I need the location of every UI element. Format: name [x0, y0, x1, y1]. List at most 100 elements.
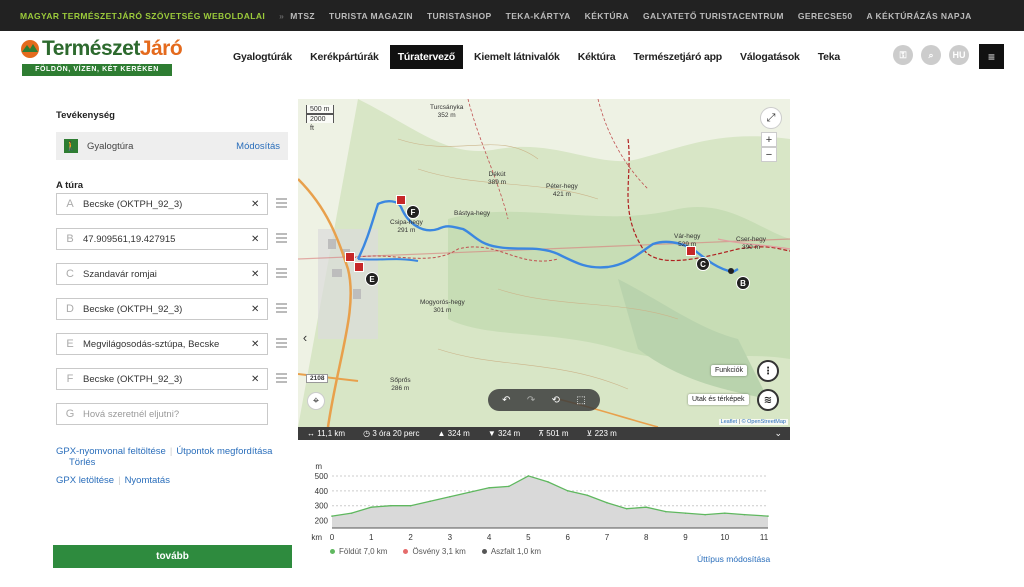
waypoint-input[interactable]: G Hová szeretnél eljutni? [56, 403, 268, 425]
waypoint-letter: F [66, 373, 74, 385]
remove-waypoint-icon[interactable]: ✕ [251, 304, 267, 315]
waypoint-marker-b[interactable]: B [736, 276, 750, 290]
x-axis-label: km [311, 533, 322, 542]
nav-item[interactable]: Túratervező [389, 45, 464, 69]
waypoint-value[interactable]: Megvilágosodás-sztúpa, Becske [83, 339, 251, 350]
remove-waypoint-icon[interactable]: ✕ [251, 199, 267, 210]
poi-icon[interactable] [396, 195, 406, 205]
map-place-label: Mogyorós-hegy 301 m [420, 299, 465, 315]
topbar-link[interactable]: A Kéktúrázás Napja [867, 11, 972, 21]
topbar-link[interactable]: Turista Magazin [329, 11, 413, 21]
fullscreen-icon[interactable]: ⤢ [760, 107, 782, 129]
hamburger-icon[interactable]: ≡ [979, 44, 1004, 69]
delete-link[interactable]: Törlés [69, 457, 95, 468]
topbar-title[interactable]: Magyar Természetjáró Szövetség weboldala… [20, 11, 265, 21]
max-elevation-stat: ⊼ 501 m [538, 429, 569, 438]
gpx-download-link[interactable]: GPX letöltése [56, 475, 114, 486]
logo[interactable]: TermészetJáró FÖLDÖN, VÍZEN, KÉT KERÉKEN [20, 37, 183, 79]
remove-waypoint-icon[interactable]: ✕ [251, 234, 267, 245]
topbar-link[interactable]: Kéktúra [585, 11, 629, 21]
drag-handle-icon[interactable] [276, 303, 287, 313]
x-tick-label: 8 [644, 533, 649, 542]
drag-handle-icon[interactable] [276, 198, 287, 208]
hiker-icon: 🚶 [64, 139, 78, 153]
drag-handle-icon[interactable] [276, 373, 287, 383]
new-waypoint-placeholder[interactable]: Hová szeretnél eljutni? [83, 409, 267, 420]
waypoint-value[interactable]: Szandavár romjai [83, 269, 251, 280]
waypoint-value[interactable]: Becske (OKTPH_92_3) [83, 304, 251, 315]
crop-icon[interactable]: ⬚ [576, 395, 585, 406]
reverse-waypoints-link[interactable]: Útpontok megfordítása [176, 446, 272, 457]
elevation-point [665, 510, 667, 513]
poi-icon[interactable] [345, 252, 355, 262]
legend-label: Ösvény 3,1 km [412, 547, 466, 556]
drag-handle-icon[interactable] [276, 268, 287, 278]
nav-item[interactable]: Kerékpártúrák [310, 51, 379, 63]
waypoint-input[interactable]: C Szandavár romjai ✕ [56, 263, 268, 285]
drag-handle-icon[interactable] [276, 233, 287, 243]
route-stats-bar: ↔ 11,1 km ◷ 3 óra 20 perc ▲ 324 m ▼ 324 … [298, 427, 790, 440]
nav-item[interactable]: Természetjáró app [633, 51, 722, 63]
remove-waypoint-icon[interactable]: ✕ [251, 269, 267, 280]
waypoint-input[interactable]: A Becske (OKTPH_92_3) ✕ [56, 193, 268, 215]
poi-icon[interactable] [686, 246, 696, 256]
place-name: Sőprős [390, 377, 411, 384]
nav-item[interactable]: Teka [818, 51, 841, 63]
x-tick-label: 5 [526, 533, 531, 542]
remove-waypoint-icon[interactable]: ✕ [251, 374, 267, 385]
legend-item: Ösvény 3,1 km [403, 547, 466, 556]
elevation-point [370, 506, 373, 508]
edit-road-type-link[interactable]: Úttípus módosítása [697, 554, 770, 564]
tour-title: A túra [56, 180, 84, 191]
waypoint-input[interactable]: D Becske (OKTPH_92_3) ✕ [56, 298, 268, 320]
elevation-point [547, 481, 549, 483]
waypoint-marker-e[interactable]: F [406, 205, 420, 219]
waypoint-marker-c[interactable]: C [696, 257, 710, 271]
gpx-upload-link[interactable]: GPX-nyomvonal feltöltése [56, 446, 166, 457]
locate-icon[interactable]: ⌖ [307, 392, 325, 410]
activity-edit-link[interactable]: Módosítás [236, 141, 280, 152]
x-tick-label: 2 [408, 533, 413, 542]
legend-label: Földút 7,0 km [339, 547, 388, 556]
collapse-panel-icon[interactable]: ‹ [298, 327, 312, 347]
functions-icon[interactable]: ⋮ [757, 360, 779, 382]
waypoint-marker-f[interactable]: E [365, 272, 379, 286]
nav-item[interactable]: Válogatások [740, 51, 800, 63]
print-link[interactable]: Nyomtatás [125, 475, 170, 486]
undo-icon[interactable]: ↶ [502, 395, 510, 406]
key-icon[interactable]: ⚿ [893, 45, 913, 65]
legend-label: Aszfalt 1,0 km [490, 547, 542, 556]
nav-item[interactable]: Gyalogtúrák [233, 51, 292, 63]
topbar-link[interactable]: Turistashop [427, 11, 492, 21]
nav-item[interactable]: Kiemelt látnivalók [474, 51, 560, 63]
topbar-link[interactable]: Galyatető Turistacentrum [643, 11, 784, 21]
map[interactable]: 500 m 2000 ft ⤢ + − ‹ ⌖ Turcsányka 352 m D… [298, 99, 790, 427]
poi-icon[interactable] [354, 262, 364, 272]
waypoint-value[interactable]: 47.909561,19.427915 [83, 234, 251, 245]
redo-icon[interactable]: ↷ [527, 395, 535, 406]
topbar-link[interactable]: Gerecse50 [798, 11, 853, 21]
map-place-label: Péter-hegy 421 m [546, 183, 578, 199]
next-button[interactable]: tovább [53, 545, 292, 568]
route-icon[interactable]: ⟲ [552, 395, 560, 406]
zoom-in-button[interactable]: + [761, 132, 777, 147]
waypoint-input[interactable]: B 47.909561,19.427915 ✕ [56, 228, 268, 250]
language-button[interactable]: HU [949, 45, 969, 65]
x-tick-label: 3 [448, 533, 453, 542]
search-icon[interactable]: ⌕ [921, 45, 941, 65]
waypoint-value[interactable]: Becske (OKTPH_92_3) [83, 199, 251, 210]
zoom-out-button[interactable]: − [761, 147, 777, 162]
waypoint-input[interactable]: E Megvilágosodás-sztúpa, Becske ✕ [56, 333, 268, 355]
chevron-down-icon[interactable]: ⌄ [774, 428, 790, 439]
waypoint-row: B 47.909561,19.427915 ✕ [56, 228, 291, 250]
waypoint-input[interactable]: F Becske (OKTPH_92_3) ✕ [56, 368, 268, 390]
topbar-link[interactable]: MTSZ [290, 11, 315, 21]
elevation-point [684, 512, 687, 514]
topbar-link[interactable]: TEKA-kártya [506, 11, 571, 21]
nav-item[interactable]: Kéktúra [578, 51, 616, 63]
layers-label: Utak és térképek [688, 394, 749, 405]
remove-waypoint-icon[interactable]: ✕ [251, 339, 267, 350]
waypoint-value[interactable]: Becske (OKTPH_92_3) [83, 374, 251, 385]
drag-handle-icon[interactable] [276, 338, 287, 348]
layers-icon[interactable]: ≋ [757, 389, 779, 411]
